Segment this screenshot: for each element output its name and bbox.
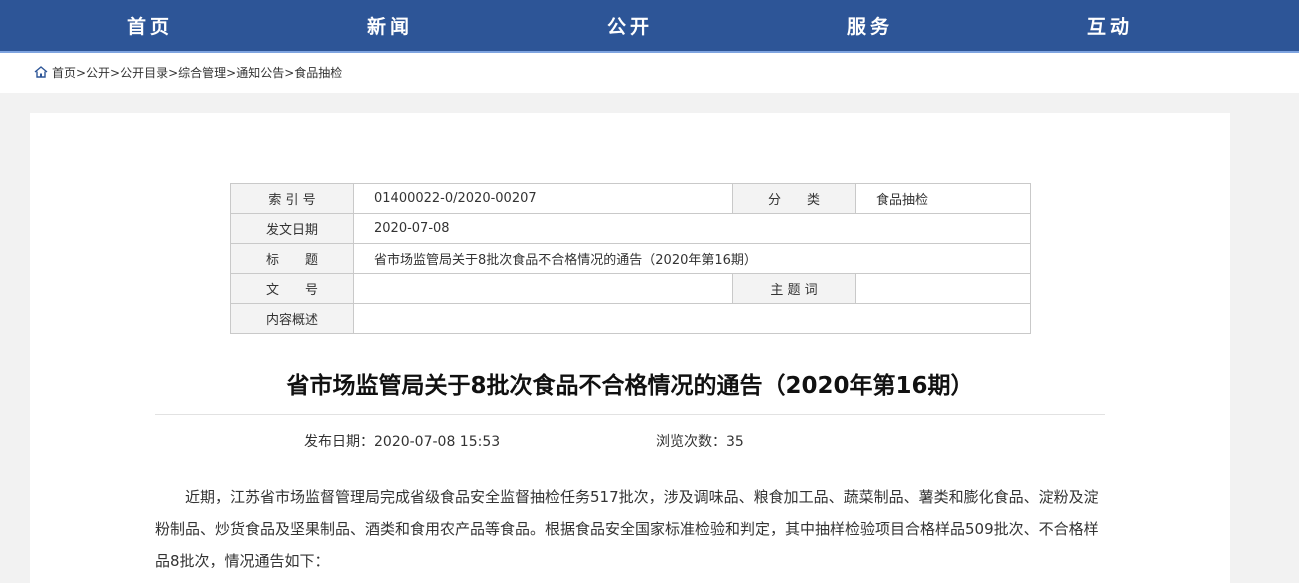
nav-item-news[interactable]: 新闻 [310,0,470,53]
keyword-value [855,273,1031,304]
nav-item-service[interactable]: 服务 [790,0,950,53]
publish-date: 发布日期：2020-07-08 15:53 [304,434,501,450]
summary-label: 内容概述 [230,303,354,334]
keyword-label: 主 题 词 [732,273,856,304]
docno-label: 文 号 [230,273,354,304]
article-paragraph: 近期，江苏省市场监督管理局完成省级食品安全监督抽检任务517批次，涉及调味品、粮… [155,488,1099,570]
category-label: 分 类 [732,183,856,214]
index-value: 01400022-0/2020-00207 [353,183,733,214]
nav-item-interact[interactable]: 互动 [1030,0,1190,53]
nav-item-open[interactable]: 公开 [550,0,710,53]
breadcrumb-bar: 首页>公开>公开目录>综合管理>通知公告>食品抽检 [0,53,1299,93]
metadata-table: 索 引 号 01400022-0/2020-00207 分 类 食品抽检 发文日… [230,183,1031,334]
index-label: 索 引 号 [230,183,354,214]
top-nav: 首页 新闻 公开 服务 互动 [0,0,1299,53]
docno-value [353,273,733,304]
breadcrumb: 首页>公开>公开目录>综合管理>通知公告>食品抽检 [34,64,342,81]
category-value: 食品抽检 [855,183,1031,214]
title-label: 标 题 [230,243,354,274]
article-title: 省市场监管局关于8批次食品不合格情况的通告（2020年第16期） [286,373,974,399]
home-icon[interactable] [34,66,48,78]
date-label: 发文日期 [230,213,354,244]
nav-item-home[interactable]: 首页 [70,0,230,53]
breadcrumb-text[interactable]: 首页>公开>公开目录>综合管理>通知公告>食品抽检 [52,66,342,80]
content-panel: 索 引 号 01400022-0/2020-00207 分 类 食品抽检 发文日… [30,113,1230,583]
title-divider [155,414,1105,415]
title-value: 省市场监管局关于8批次食品不合格情况的通告（2020年第16期） [353,243,1031,274]
date-value: 2020-07-08 [353,213,1031,244]
summary-value [353,303,1031,334]
view-count: 浏览次数：35 [656,434,744,450]
